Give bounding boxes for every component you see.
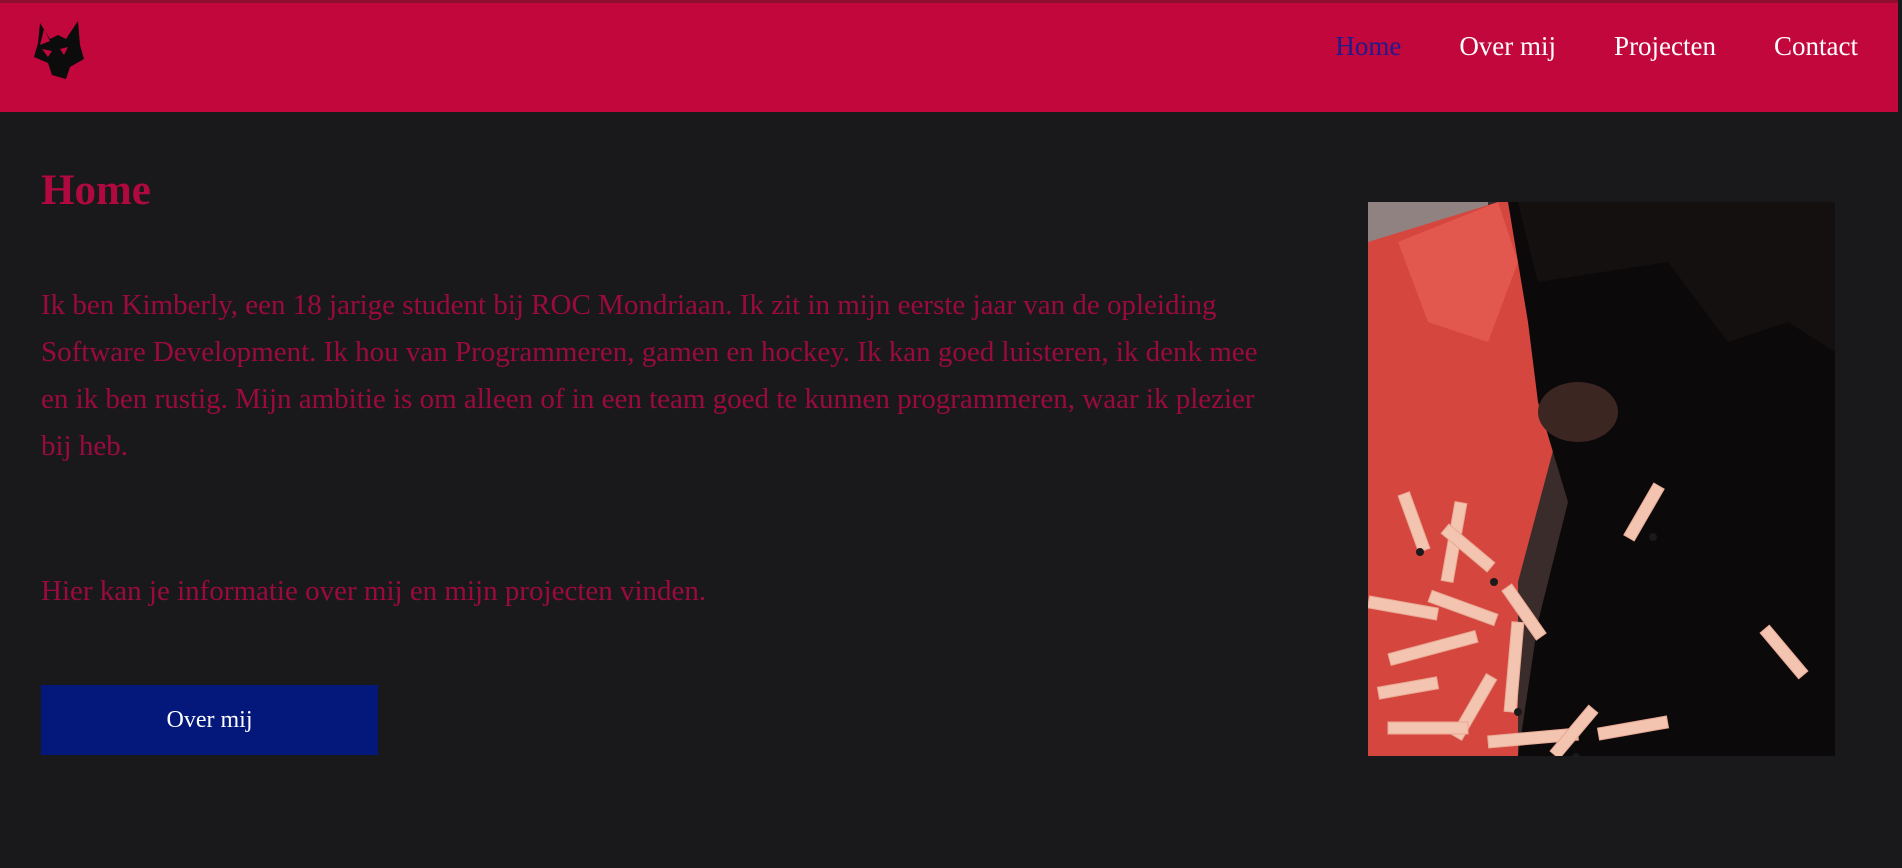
main-content: Home Ik ben Kimberly, een 18 jarige stud…: [0, 112, 1898, 868]
site-header: Home Over mij Projecten Contact: [0, 3, 1898, 112]
page-title: Home: [41, 167, 151, 214]
scrollbar[interactable]: [1898, 0, 1902, 868]
nav-projecten[interactable]: Projecten: [1614, 31, 1716, 62]
nav-over-mij[interactable]: Over mij: [1459, 31, 1556, 62]
over-mij-button[interactable]: Over mij: [41, 685, 378, 755]
info-text: Hier kan je informatie over mij en mijn …: [41, 575, 707, 607]
nav-home[interactable]: Home: [1335, 31, 1401, 62]
intro-text: Ik ben Kimberly, een 18 jarige student b…: [41, 289, 1258, 462]
wolf-head-icon[interactable]: [30, 19, 86, 81]
nav-contact[interactable]: Contact: [1774, 31, 1858, 62]
profile-photo: [1368, 202, 1835, 756]
main-nav: Home Over mij Projecten Contact: [1335, 31, 1858, 62]
